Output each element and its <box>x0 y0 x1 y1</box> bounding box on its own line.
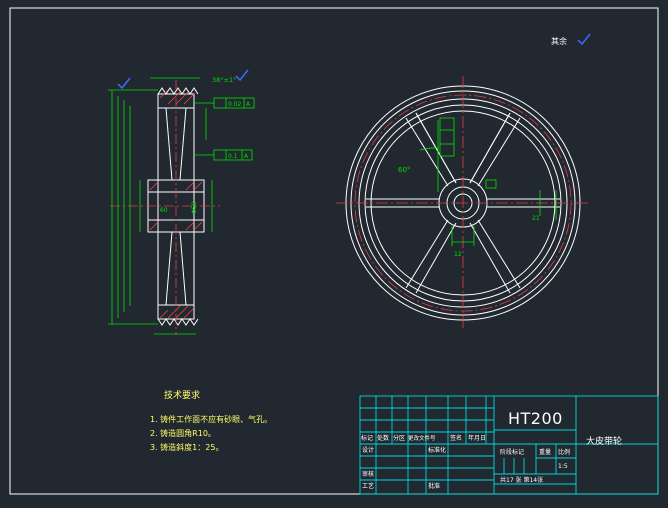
bore-diameter: Φ58 <box>191 201 198 214</box>
angle-dimension-top: 38°±1° <box>212 76 236 84</box>
tech-requirements-title: 技术要求 <box>164 389 200 401</box>
tb-ratio-label: 比例 <box>558 448 570 456</box>
tb-scale-value: 1:5 <box>558 463 568 470</box>
tb-standard-label: 标准化 <box>428 446 446 454</box>
datum-label-2: A <box>244 153 249 160</box>
keyway-dimension: 12 <box>454 251 462 258</box>
tb-approve-label: 批准 <box>428 482 440 490</box>
tech-requirement-1: 1. 铸件工作面不应有砂眼、气孔。 <box>150 414 272 424</box>
tb-zone-label: 分区 <box>393 434 405 442</box>
tolerance-value-2: 0.1 <box>228 153 238 160</box>
roughness-icon-left <box>117 77 131 90</box>
tb-weight-label: 重量 <box>539 448 551 456</box>
tolerance-value-1: 0.02 <box>228 101 242 108</box>
part-name: 大皮带轮 <box>586 435 622 447</box>
tb-date-label: 年月日 <box>468 434 486 442</box>
tb-mark-label: 标记 <box>361 434 373 442</box>
tech-requirement-3: 3. 铸造斜度1：25。 <box>150 442 223 452</box>
front-view-centerlines <box>336 76 590 330</box>
width-dimension: 21 <box>532 215 540 222</box>
tb-design-label: 设计 <box>362 446 374 454</box>
tb-review-label: 审核 <box>362 470 374 478</box>
roughness-note: 其余 <box>551 36 567 46</box>
roughness-icon-right <box>235 69 249 82</box>
datum-label-1: A <box>246 101 251 108</box>
tb-process-label: 工艺 <box>362 482 374 490</box>
tb-count-label: 处数 <box>377 434 389 442</box>
tb-signature-label: 签名 <box>450 434 462 442</box>
cad-drawing-canvas: 其余 38°±1° 0.02 A 0.1 A 60 Φ58 60° 12 21 … <box>9 7 659 495</box>
roughness-check-icon <box>577 33 591 46</box>
tb-change-doc-label: 更改文件号 <box>408 434 436 442</box>
angle-dimension-small: 60 <box>160 207 168 214</box>
tech-requirement-2: 2. 铸造圆角R10。 <box>150 428 216 438</box>
spoke-angle-dimension: 60° <box>398 166 410 174</box>
section-dimensions <box>108 77 255 335</box>
tb-stage-label: 阶段标记 <box>500 448 524 456</box>
tb-sheet-info: 共17 张 第14张 <box>500 476 543 484</box>
material-label: HT200 <box>508 409 563 428</box>
